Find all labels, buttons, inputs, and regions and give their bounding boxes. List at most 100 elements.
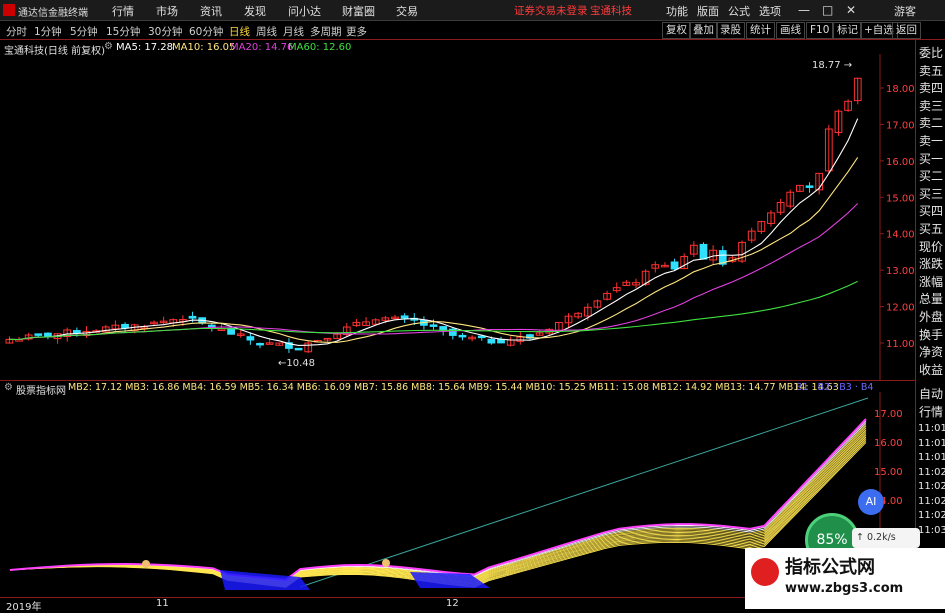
period-more[interactable]: 更多	[346, 24, 367, 39]
speed-rate: ↑ 0.2k/s	[852, 528, 920, 548]
low-price-label: ←10.48	[278, 358, 315, 369]
ribbon-line-4	[9, 425, 867, 583]
candle-body	[477, 335, 486, 339]
menu-banmian[interactable]: 版面	[697, 3, 719, 19]
side-label-19[interactable]: 自动	[919, 385, 943, 402]
side-label-7: 买二	[919, 169, 944, 184]
ai-assistant-button[interactable]: AI	[858, 489, 884, 515]
date-label-year: 2019年	[6, 602, 42, 613]
side-time-2: 11:01	[918, 452, 945, 463]
menu-hangqing[interactable]: 行情	[112, 3, 134, 19]
candle-body	[256, 342, 264, 346]
menu-gongneng[interactable]: 功能	[666, 3, 688, 19]
ribbon-line-1	[9, 420, 867, 581]
side-time-4: 11:02	[918, 481, 945, 492]
ma60-label: MA60: 12.60	[288, 42, 352, 53]
side-label-9: 买四	[919, 204, 944, 219]
ma20-label: MA20: 14.76	[230, 42, 294, 53]
candle-body	[497, 339, 505, 344]
period-1min[interactable]: 1分钟	[34, 24, 62, 39]
side-label-16: 换手	[919, 327, 944, 342]
candlestick-chart[interactable]: 18.00 17.00 16.00 15.00 14.00 13.00 12.00 11.00…	[0, 54, 915, 380]
ma-line-10	[9, 157, 859, 343]
quote-side-panel: 委比 卖五 卖四 卖三 卖二 卖一 买一 买二 买三 买四 买五 现价 涨跌 涨幅 总量 外盘 换手 净资 收益 自动…	[915, 40, 945, 609]
menu-shichang[interactable]: 市场	[156, 3, 178, 19]
price-axis-label: 15.00	[886, 193, 915, 204]
period-15min[interactable]: 15分钟	[106, 24, 140, 39]
guest-user[interactable]: 游客	[894, 3, 916, 19]
price-axis-label: 13.00	[886, 266, 915, 277]
side-label-2: 卖四	[919, 81, 944, 96]
indicator-axis-label: 17.00	[874, 409, 903, 420]
period-fenshi[interactable]: 分时	[6, 24, 27, 39]
close-button[interactable]: ✕	[846, 3, 856, 17]
watermark-banner: 指标公式网 www.zbgs3.com	[745, 548, 945, 609]
side-label-12: 涨跌	[919, 257, 944, 272]
watermark-url: www.zbgs3.com	[785, 581, 904, 596]
menu-jiaoyi[interactable]: 交易	[396, 3, 418, 19]
menu-gongshi[interactable]: 公式	[728, 3, 750, 19]
date-label-dec: 12	[446, 598, 459, 609]
tool-huaxian[interactable]: 画线	[776, 22, 805, 39]
period-30min[interactable]: 30分钟	[148, 24, 182, 39]
candle-body	[34, 333, 43, 336]
side-label-1: 卖五	[919, 63, 944, 78]
tool-fuquan[interactable]: 复权	[662, 22, 691, 39]
tool-lugu[interactable]: 录股	[716, 22, 745, 39]
tool-f10[interactable]: F10	[806, 22, 834, 39]
watermark-title: 指标公式网	[785, 557, 875, 578]
period-month[interactable]: 月线	[283, 24, 304, 39]
period-60min[interactable]: 60分钟	[189, 24, 223, 39]
watermark-logo-icon	[751, 558, 779, 586]
tool-fanhui[interactable]: 返回	[892, 22, 921, 39]
menu-caifuquan[interactable]: 财富圈	[342, 3, 375, 19]
ribbon-line-9	[9, 434, 867, 586]
candle-body	[670, 261, 679, 270]
ribbon-line-0	[9, 418, 867, 581]
minimize-button[interactable]: —	[798, 3, 810, 17]
side-label-15: 外盘	[919, 310, 944, 324]
maximize-button[interactable]: □	[822, 3, 833, 17]
menu-wenxiaoda[interactable]: 问小达	[288, 3, 321, 19]
signal-dot-1	[142, 560, 150, 568]
candle-body	[121, 323, 129, 329]
date-label-nov: 11	[156, 598, 169, 609]
candle-body	[72, 330, 81, 334]
candle-body	[458, 334, 467, 338]
ma-line-5	[9, 118, 859, 346]
menu-xuanxiang[interactable]: 选项	[759, 3, 781, 19]
side-label-20[interactable]: 行情	[919, 403, 943, 420]
settings-icon[interactable]: ⚙	[104, 41, 113, 52]
menu-faxian[interactable]: 发现	[244, 3, 266, 19]
candle-body	[429, 324, 438, 327]
side-time-5: 11:02	[918, 495, 945, 507]
candle-body	[294, 347, 303, 351]
period-5min[interactable]: 5分钟	[70, 24, 98, 39]
price-axis-label: 12.00	[886, 303, 915, 314]
side-label-0: 委比	[919, 46, 944, 60]
ribbon-line-7	[9, 431, 867, 585]
side-label-4: 卖二	[919, 116, 944, 131]
login-notice[interactable]: 证券交易未登录	[514, 3, 588, 18]
ma-line-20	[9, 203, 859, 341]
side-label-8: 买三	[919, 186, 944, 201]
stock-link[interactable]: 宝通科技	[590, 3, 632, 18]
signal-dot-2	[382, 559, 390, 567]
menu-zixun[interactable]: 资讯	[200, 3, 222, 19]
candle-body	[217, 328, 226, 331]
side-label-13: 涨幅	[919, 274, 944, 289]
tool-tongji[interactable]: 统计	[746, 22, 775, 39]
tool-biaoji[interactable]: 标记	[833, 22, 862, 39]
price-axis-label: 18.00	[886, 84, 915, 95]
ma5-label: MA5: 17.28	[116, 42, 174, 53]
price-axis-label: 11.00	[886, 339, 915, 350]
price-axis-label: 16.00	[886, 157, 915, 168]
price-axis-label: 17.00	[886, 120, 915, 131]
period-week[interactable]: 周线	[256, 24, 277, 39]
side-time-0: 11:01	[918, 423, 945, 434]
price-axis-label: 14.00	[886, 230, 915, 241]
period-toolbar: 分时 1分钟 5分钟 15分钟 30分钟 60分钟 日线 周线 月线 多周期 更…	[0, 21, 945, 40]
period-multi[interactable]: 多周期	[310, 24, 342, 39]
period-day[interactable]: 日线	[229, 24, 250, 39]
tool-diejia[interactable]: 叠加	[689, 22, 718, 39]
